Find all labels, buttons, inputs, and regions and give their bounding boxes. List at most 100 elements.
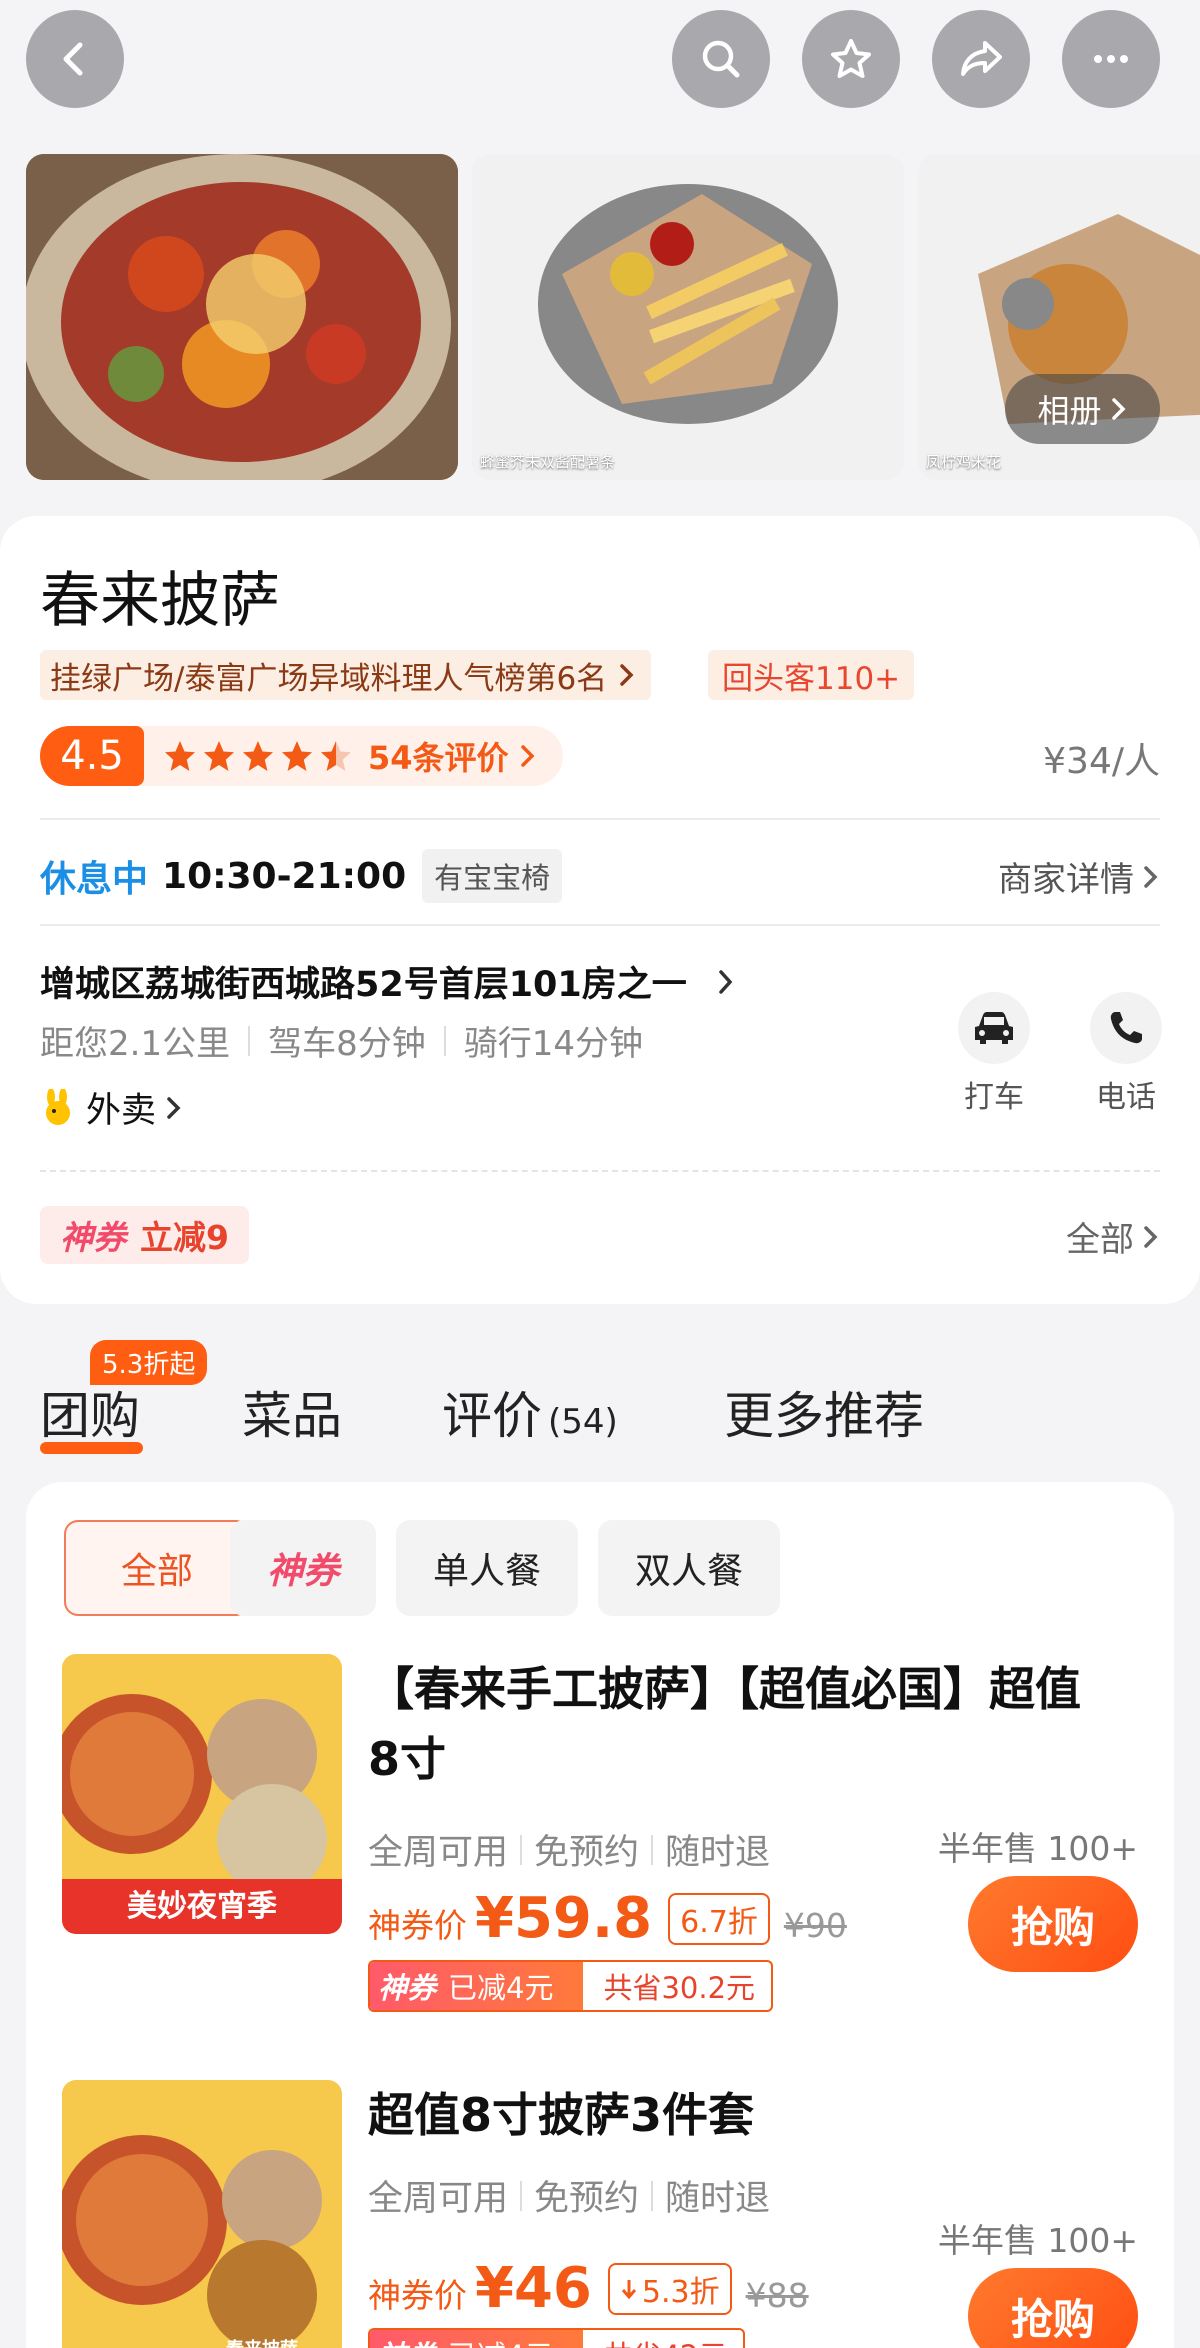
saving-total: 共省42元 (583, 2333, 743, 2348)
star-full-icon (282, 741, 312, 771)
taxi-label: 打车 (964, 1080, 1024, 1115)
dashed-divider (40, 1170, 1160, 1172)
chevron-right-icon (520, 745, 535, 767)
open-status: 休息中 (40, 859, 149, 900)
tab-group-buy[interactable]: 团购 (40, 1376, 140, 1448)
deal-image-text: 春来披萨 (226, 2338, 298, 2348)
active-tab-indicator (40, 1442, 143, 1454)
photo-caption: 蜂蜜芥末双酱配薯条 (480, 453, 616, 471)
share-button[interactable] (932, 10, 1030, 108)
deal-image[interactable]: 春来披萨 (62, 2080, 342, 2348)
buy-button[interactable]: 抢购 (968, 2268, 1138, 2348)
discount-box: 5.3折 (607, 2262, 732, 2315)
separator (520, 1834, 523, 1865)
search-icon (702, 40, 740, 78)
star-rating (162, 738, 354, 774)
filter-chip-coupon[interactable]: 神券 (230, 1520, 376, 1616)
deal-tag: 随时退 (665, 1833, 771, 1873)
rating-row[interactable]: 4.5 54条评价 (40, 726, 563, 786)
tab-more-recommendations[interactable]: 更多推荐 (724, 1376, 924, 1448)
sales-count: 半年售 100+ (937, 1829, 1138, 1868)
separator (651, 1834, 654, 1865)
top-bar (0, 0, 1200, 140)
phone-icon (1110, 1012, 1142, 1044)
deal-title: 【春来手工披萨】【超值必国】超值8寸 (368, 1662, 1081, 1786)
all-coupons-link[interactable]: 全部 (1066, 1212, 1160, 1261)
star-half-icon (321, 741, 351, 771)
price-label: 神券价 (368, 2276, 467, 2315)
saving-row: 神券 已减4元 共省30.2元 (368, 1960, 774, 2012)
search-button[interactable] (672, 10, 770, 108)
shop-details-label: 商家详情 (998, 860, 1134, 900)
business-hours-row: 休息中 10:30-21:00 有宝宝椅 (40, 846, 563, 906)
taxi-icon-wrap (958, 992, 1030, 1064)
deal-tag: 随时退 (665, 2179, 771, 2219)
coupon-amount: 立减9 (140, 1218, 229, 1257)
pizza-combo-image: 美妙夜宵季 (62, 1654, 342, 1934)
divider (40, 924, 1160, 926)
saving-brand: 神券 (378, 1971, 437, 2005)
discount-box: 6.7折 (668, 1892, 770, 1945)
ranking-tag[interactable]: 挂绿广场/泰富广场异域料理人气榜第6名 (40, 650, 652, 700)
tab-dishes[interactable]: 菜品 (242, 1376, 342, 1448)
facility-tag: 有宝宝椅 (422, 849, 563, 903)
shop-info-card: 春来披萨 挂绿广场/泰富广场异域料理人气榜第6名 回头客110+ 4.5 54条… (0, 516, 1200, 1304)
photo-caption: 凤柠鸡米花 (926, 453, 1002, 471)
pizza-set-image: 春来披萨 (62, 2080, 342, 2348)
back-button[interactable] (26, 10, 124, 108)
deal-image[interactable]: 美妙夜宵季 (62, 1654, 342, 1934)
car-icon (975, 1012, 1013, 1044)
filter-chip-single-meal[interactable]: 单人餐 (396, 1520, 578, 1616)
delivery-link[interactable]: 外卖 (40, 1082, 182, 1133)
deal-tag: 全周可用 (368, 2179, 509, 2219)
price-per-person: ¥34/人 (1043, 741, 1160, 782)
shop-details-link[interactable]: 商家详情 (998, 852, 1160, 901)
address-text: 增城区荔城街西城路52号首层101房之一 (40, 965, 687, 1005)
saving-total: 共省30.2元 (603, 1971, 756, 2005)
chevron-right-icon (620, 664, 634, 686)
saving-coupon: 神券 已减4元 (370, 2330, 584, 2348)
salad-image (26, 154, 458, 480)
gallery-photo-salad[interactable] (26, 154, 458, 480)
photo-gallery[interactable]: 蜂蜜芥末双酱配薯条 凤柠鸡米花 相册 (0, 154, 1200, 482)
coupon-tag[interactable]: 神券 立减9 (40, 1206, 249, 1264)
album-label: 相册 (1037, 392, 1102, 430)
album-button[interactable]: 相册 (1005, 374, 1160, 444)
tab-reviews-label: 评价 (442, 1387, 542, 1445)
ranking-label: 挂绿广场/泰富广场异域料理人气榜第6名 (50, 660, 608, 697)
tab-reviews[interactable]: 评价 (54) (442, 1376, 618, 1448)
price-row: 神券价 ¥46 5.3折 ¥88 (368, 2256, 809, 2321)
favorite-button[interactable] (802, 10, 900, 108)
distance-text: 距您2.1公里 (40, 1024, 231, 1064)
star-full-icon (165, 741, 195, 771)
repeat-customer-tag: 回头客110+ (708, 650, 915, 700)
deal-item[interactable]: 春来披萨 超值8寸披萨3件套 全周可用 免预约 随时退 神券价 ¥46 5.3折… (26, 2080, 1174, 2348)
buy-button[interactable]: 抢购 (968, 1876, 1138, 1972)
chevron-right-icon (719, 969, 733, 994)
star-full-icon (204, 741, 234, 771)
section-tabs: 5.3折起 团购 菜品 评价 (54) 更多推荐 (0, 1330, 1200, 1480)
filter-chip-all[interactable]: 全部 (64, 1520, 250, 1616)
deal-item[interactable]: 美妙夜宵季 【春来手工披萨】【超值必国】超值8寸 全周可用 免预约 随时退 神券… (26, 1654, 1174, 2044)
original-price: ¥90 (783, 1906, 847, 1945)
deal-tags: 全周可用 免预约 随时退 (368, 2170, 770, 2221)
taxi-button[interactable]: 打车 (944, 992, 1044, 1116)
review-count-link[interactable]: 54条评价 (368, 733, 509, 779)
address-link[interactable]: 增城区荔城街西城路52号首层101房之一 (40, 956, 735, 1007)
all-coupons-label: 全部 (1066, 1220, 1134, 1260)
score-badge: 4.5 (40, 726, 144, 786)
chevron-left-icon (63, 42, 83, 76)
more-button[interactable] (1062, 10, 1160, 108)
phone-button[interactable]: 电话 (1076, 992, 1176, 1116)
deal-tags: 全周可用 免预约 随时退 (368, 1824, 770, 1875)
price-row: 神券价 ¥59.8 6.7折 ¥90 (368, 1886, 847, 1951)
saving-row: 神券 已减4元 共省42元 (368, 2328, 746, 2348)
filter-chip-double-meal[interactable]: 双人餐 (598, 1520, 780, 1616)
delivery-label: 外卖 (86, 1091, 157, 1131)
group-deals-card: 全部 神券 单人餐 双人餐 美妙夜宵季 【春来手工披萨】【超值必国】超值8寸 全… (26, 1482, 1174, 2348)
deal-tag: 免预约 (534, 2179, 640, 2219)
share-icon (961, 41, 1002, 76)
business-hours: 10:30-21:00 (162, 855, 407, 897)
distance-row: 距您2.1公里 驾车8分钟 骑行14分钟 (40, 1016, 643, 1065)
gallery-photo-fries[interactable]: 蜂蜜芥末双酱配薯条 (472, 154, 904, 480)
